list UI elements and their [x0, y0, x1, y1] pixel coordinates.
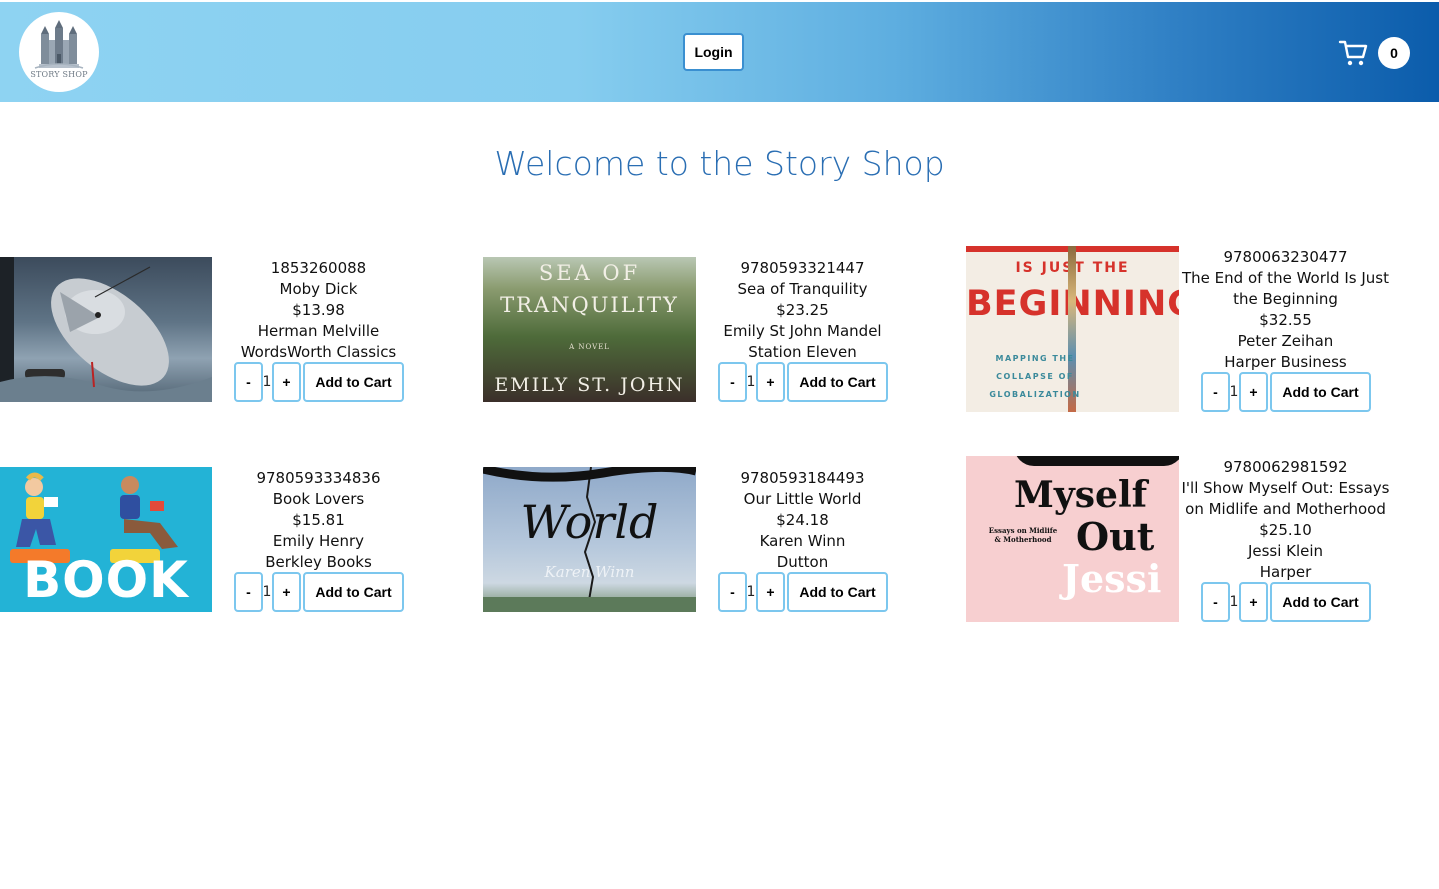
increase-qty-button[interactable]: +: [756, 572, 785, 612]
cover-text: Karen Winn: [544, 563, 635, 581]
cover-text: Essays on Midlife & Motherhood: [988, 526, 1058, 544]
book-cover-book-lovers[interactable]: BOOK: [0, 467, 212, 612]
book-isbn: 9780593184493: [740, 469, 865, 487]
book-cover-our-little-world[interactable]: World Karen Winn: [483, 467, 696, 612]
decrease-qty-button[interactable]: -: [1201, 582, 1230, 622]
book-isbn: 9780593334836: [256, 469, 381, 487]
cover-text: Jessi: [1062, 556, 1162, 601]
qty-value: 1: [746, 584, 756, 600]
cover-text-fragment: [1014, 456, 1179, 466]
decrease-qty-button[interactable]: -: [1201, 372, 1230, 412]
book-isbn: 9780062981592: [1223, 458, 1348, 476]
qty-value: 1: [262, 584, 272, 600]
book-cover-moby-dick[interactable]: [0, 257, 212, 402]
cover-text: Myself: [1014, 474, 1148, 516]
qty-value: 1: [746, 374, 756, 390]
book-info: 9780593334836 Book Lovers $15.81 Emily H…: [212, 468, 425, 573]
increase-qty-button[interactable]: +: [1239, 372, 1268, 412]
book-title: Sea of Tranquility: [737, 280, 868, 298]
book-publisher: Dutton: [776, 553, 829, 571]
book-title: Book Lovers: [272, 490, 365, 508]
book-publisher: Berkley Books: [265, 553, 372, 571]
castle-icon: [34, 20, 84, 69]
story-shop-logo[interactable]: STORY SHOP: [19, 12, 99, 92]
book-cover-sea-of-tranquility[interactable]: SEA OF TRANQUILITY A NOVEL EMILY ST. JOH…: [483, 257, 696, 402]
add-to-cart-button[interactable]: Add to Cart: [303, 362, 404, 402]
add-to-cart-button[interactable]: Add to Cart: [1270, 582, 1371, 622]
book-publisher: Harper: [1259, 563, 1312, 581]
book-cover-end-of-the-world[interactable]: IS JUST THE BEGINNING MAPPING THE COLLAP…: [966, 246, 1179, 412]
book-price: $32.55: [1259, 311, 1312, 329]
book-author: Emily St John Mandel: [723, 322, 882, 340]
whale-illustration: [0, 257, 212, 402]
cover-text: Out: [1076, 514, 1155, 559]
book-author: Herman Melville: [257, 322, 380, 340]
cover-text: World: [520, 495, 659, 549]
cart-count-badge[interactable]: 0: [1378, 37, 1410, 69]
book-info: 1853260088 Moby Dick $13.98 Herman Melvi…: [212, 258, 425, 363]
book-title: Our Little World: [743, 490, 862, 508]
book-price: $25.10: [1259, 521, 1312, 539]
qty-value: 1: [262, 374, 272, 390]
decrease-qty-button[interactable]: -: [234, 362, 263, 402]
increase-qty-button[interactable]: +: [756, 362, 785, 402]
cover-subtitle: MAPPING THE COLLAPSE OF GLOBALIZATION: [980, 350, 1090, 404]
cover-text: BOOK: [23, 551, 189, 609]
increase-qty-button[interactable]: +: [272, 362, 301, 402]
page-title: Welcome to the Story Shop: [494, 144, 945, 183]
book-title: Moby Dick: [279, 280, 358, 298]
add-to-cart-button[interactable]: Add to Cart: [787, 572, 888, 612]
qty-value: 1: [1229, 594, 1239, 610]
cover-text: COLLAPSE OF: [996, 372, 1074, 381]
book-publisher: WordsWorth Classics: [240, 343, 397, 361]
cover-text: GLOBALIZATION: [989, 390, 1081, 399]
cover-text: A NOVEL: [569, 343, 610, 351]
add-to-cart-button[interactable]: Add to Cart: [303, 572, 404, 612]
cart-icon[interactable]: [1338, 38, 1368, 68]
book-author: Emily Henry: [272, 532, 365, 550]
book-price: $23.25: [776, 301, 829, 319]
book-publisher: Harper Business: [1224, 353, 1347, 371]
book-price: $13.98: [292, 301, 345, 319]
increase-qty-button[interactable]: +: [272, 572, 301, 612]
cover-text: EMILY ST. JOHN: [494, 374, 685, 396]
book-publisher: Station Eleven: [748, 343, 857, 361]
book-title: The End of the World Is Just the Beginni…: [1182, 269, 1389, 308]
book-info: 9780062981592 I'll Show Myself Out: Essa…: [1179, 457, 1392, 583]
decrease-qty-button[interactable]: -: [718, 362, 747, 402]
cover-text: TRANQUILITY: [500, 293, 679, 317]
book-cover-ill-show-myself-out[interactable]: Myself Essays on Midlife & Motherhood Ou…: [966, 456, 1179, 622]
book-info: 9780063230477 The End of the World Is Ju…: [1179, 247, 1392, 373]
qty-value: 1: [1229, 384, 1239, 400]
logo-text: STORY SHOP: [30, 70, 88, 79]
add-to-cart-button[interactable]: Add to Cart: [1270, 372, 1371, 412]
increase-qty-button[interactable]: +: [1239, 582, 1268, 622]
book-price: $24.18: [776, 511, 829, 529]
book-price: $15.81: [292, 511, 345, 529]
decrease-qty-button[interactable]: -: [718, 572, 747, 612]
book-title: I'll Show Myself Out: Essays on Midlife …: [1181, 479, 1390, 518]
add-to-cart-button[interactable]: Add to Cart: [787, 362, 888, 402]
top-navbar: STORY SHOP Login 0: [0, 2, 1439, 102]
book-isbn: 9780063230477: [1223, 248, 1348, 266]
cover-text: SEA OF: [538, 261, 641, 285]
book-info: 9780593184493 Our Little World $24.18 Ka…: [696, 468, 909, 573]
book-isbn: 9780593321447: [740, 259, 865, 277]
book-info: 9780593321447 Sea of Tranquility $23.25 …: [696, 258, 909, 363]
login-button[interactable]: Login: [683, 33, 744, 71]
book-author: Karen Winn: [759, 532, 846, 550]
book-isbn: 1853260088: [270, 259, 367, 277]
book-author: Peter Zeihan: [1237, 332, 1334, 350]
cover-text: MAPPING THE: [995, 354, 1075, 363]
book-author: Jessi Klein: [1247, 542, 1324, 560]
decrease-qty-button[interactable]: -: [234, 572, 263, 612]
